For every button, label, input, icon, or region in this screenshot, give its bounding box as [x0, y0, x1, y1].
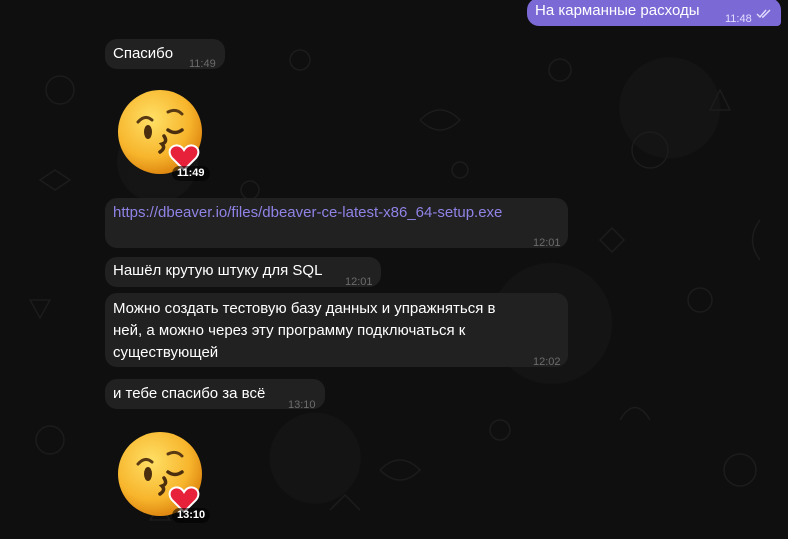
message-line-1: Можно создать тестовую базу данных и упр…: [113, 300, 496, 317]
message-time: 11:48: [725, 13, 752, 25]
message-text: Нашёл крутую штуку для SQL: [113, 262, 323, 279]
outgoing-message[interactable]: На карманные расходы 11:48: [527, 0, 781, 26]
read-checkmarks-icon: [756, 9, 771, 19]
message-time: 13:10: [288, 399, 316, 411]
chat-area: На карманные расходы 11:48 Спасибо 11:49: [0, 0, 788, 539]
link-text[interactable]: https://dbeaver.io/files/dbeaver-ce-late…: [113, 202, 502, 224]
message-time: 12:02: [533, 356, 561, 368]
incoming-message[interactable]: Нашёл крутую штуку для SQL 12:01: [105, 257, 381, 288]
sticker-time: 13:10: [172, 508, 211, 523]
message-text: На карманные расходы: [535, 2, 700, 19]
message-text: и тебе спасибо за всё: [113, 385, 266, 402]
message-time: 12:01: [533, 237, 561, 249]
kiss-emoji-sticker[interactable]: [116, 86, 208, 178]
incoming-link-message[interactable]: https://dbeaver.io/files/dbeaver-ce-late…: [105, 198, 568, 249]
sticker-time: 11:49: [172, 166, 210, 181]
message-line-3: существующей: [113, 344, 219, 361]
kiss-emoji-sticker[interactable]: [116, 428, 208, 520]
message-time: 11:49: [189, 58, 216, 70]
message-line-2: ней, а можно через эту программу подключ…: [113, 322, 466, 339]
face-blowing-kiss-icon: [118, 432, 202, 516]
incoming-message[interactable]: и тебе спасибо за всё 13:10: [105, 379, 325, 411]
message-text: Спасибо: [113, 45, 174, 62]
incoming-message[interactable]: Спасибо 11:49: [105, 39, 225, 70]
face-blowing-kiss-icon: [118, 90, 202, 174]
incoming-message[interactable]: Можно создать тестовую базу данных и упр…: [105, 293, 568, 368]
message-time: 12:01: [345, 276, 373, 288]
